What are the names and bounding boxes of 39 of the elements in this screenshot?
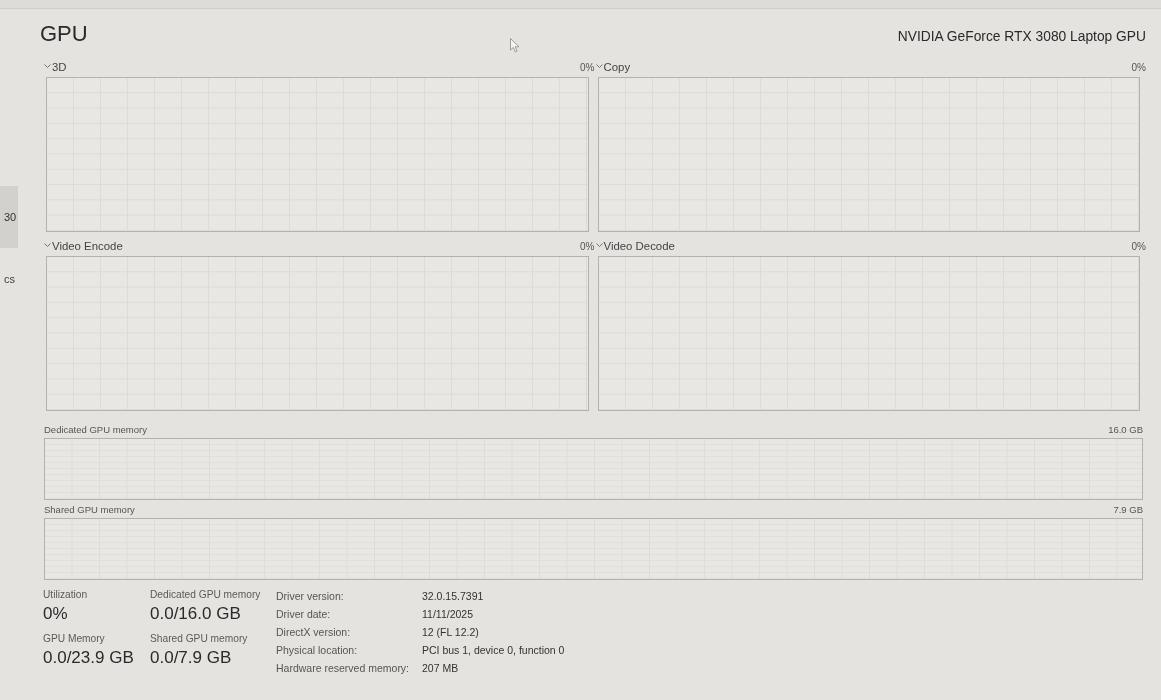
chevron-down-icon xyxy=(595,242,603,247)
graph-label: Shared GPU memory xyxy=(44,504,135,515)
chevron-down-icon xyxy=(595,63,603,68)
engine-selector[interactable]: Video Decode xyxy=(595,240,675,252)
page-title: GPU xyxy=(40,20,88,48)
stat-value: 0.0/7.9 GB xyxy=(150,647,233,669)
stat-value: 0.0/16.0 GB xyxy=(150,603,242,625)
property-label: Physical location: xyxy=(276,644,359,656)
engine-selector[interactable]: Video Encode xyxy=(44,240,123,252)
property-value: 11/11/2025 xyxy=(422,608,474,620)
property-value: PCI bus 1, device 0, function 0 xyxy=(422,644,565,656)
property-value: 12 (FL 12.2) xyxy=(422,626,480,638)
graph-maximum: 7.9 GB xyxy=(1113,504,1143,515)
sidebar-item[interactable]: cs xyxy=(0,248,18,310)
stat-label: Dedicated GPU memory xyxy=(150,588,262,602)
stat-value: 0% xyxy=(43,603,69,625)
usage-reading: 0% xyxy=(1131,240,1146,252)
stat-label: Utilization xyxy=(43,588,89,602)
sidebar-item[interactable]: 30 xyxy=(0,186,18,248)
stat-value: 0.0/23.9 GB xyxy=(43,647,135,669)
mouse-pointer-icon xyxy=(510,38,520,53)
usage-reading: 0% xyxy=(580,61,595,73)
engine-selector[interactable]: Copy xyxy=(595,61,631,73)
stat-label: GPU Memory xyxy=(43,632,106,646)
graph-maximum: 16.0 GB xyxy=(1108,424,1143,435)
engine-selector[interactable]: 3D xyxy=(44,61,67,73)
property-label: Hardware reserved memory: xyxy=(276,662,411,674)
stat-label: Shared GPU memory xyxy=(150,632,249,646)
property-value: 32.0.15.7391 xyxy=(422,590,485,602)
device-name: NVIDIA GeForce RTX 3080 Laptop GPU xyxy=(897,28,1146,44)
usage-reading: 0% xyxy=(580,240,595,252)
property-label: DirectX version: xyxy=(276,626,352,638)
chevron-down-icon xyxy=(44,63,51,68)
property-label: Driver version: xyxy=(276,590,345,602)
property-value: 207 MB xyxy=(422,662,460,674)
property-label: Driver date: xyxy=(276,608,332,620)
usage-reading: 0% xyxy=(1131,61,1146,73)
chevron-down-icon xyxy=(44,242,51,247)
graph-label: Dedicated GPU memory xyxy=(44,424,147,435)
